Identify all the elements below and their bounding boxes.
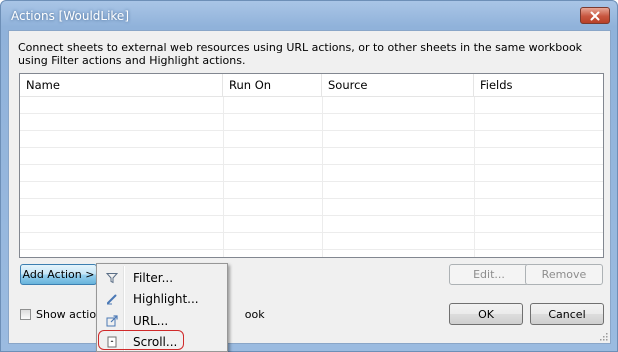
table-header: Name Run On Source Fields xyxy=(20,74,603,97)
column-header-fields[interactable]: Fields xyxy=(474,74,603,96)
filter-icon xyxy=(101,270,123,286)
column-header-run-on[interactable]: Run On xyxy=(223,74,322,96)
show-actions-label-tail: ook xyxy=(244,307,265,321)
show-actions-checkbox[interactable] xyxy=(20,308,31,320)
resize-grip-icon[interactable] xyxy=(600,333,608,341)
table-body[interactable] xyxy=(20,97,603,257)
menu-item-url[interactable]: URL... xyxy=(99,310,225,331)
highlight-icon xyxy=(101,291,123,307)
menu-item-filter-label: Filter... xyxy=(133,270,174,285)
menu-item-url-label: URL... xyxy=(133,313,169,328)
close-icon xyxy=(590,11,600,20)
close-button[interactable] xyxy=(580,7,610,24)
column-header-source[interactable]: Source xyxy=(322,74,474,96)
menu-item-filter[interactable]: Filter... xyxy=(99,267,225,288)
ok-button[interactable]: OK xyxy=(449,303,523,325)
actions-table[interactable]: Name Run On Source Fields xyxy=(19,73,604,258)
url-icon xyxy=(101,313,123,329)
remove-button[interactable]: Remove xyxy=(525,264,603,285)
window-title: Actions [WouldLike] xyxy=(11,9,129,23)
menu-item-highlight[interactable]: Highlight... xyxy=(99,288,225,309)
title-bar[interactable]: Actions [WouldLike] xyxy=(1,1,617,31)
column-header-name[interactable]: Name xyxy=(20,74,223,96)
menu-item-highlight-label: Highlight... xyxy=(133,291,199,306)
add-action-menu: Filter... Highlight... URL... Scroll... xyxy=(96,263,228,352)
edit-button[interactable]: Edit... xyxy=(449,264,529,285)
cancel-button[interactable]: Cancel xyxy=(530,303,604,325)
add-action-button[interactable]: Add Action > xyxy=(20,264,97,285)
description-text: Connect sheets to external web resources… xyxy=(18,41,583,67)
actions-dialog: Actions [WouldLike] Connect sheets to ex… xyxy=(0,0,618,352)
scroll-highlight-annotation xyxy=(98,330,184,350)
